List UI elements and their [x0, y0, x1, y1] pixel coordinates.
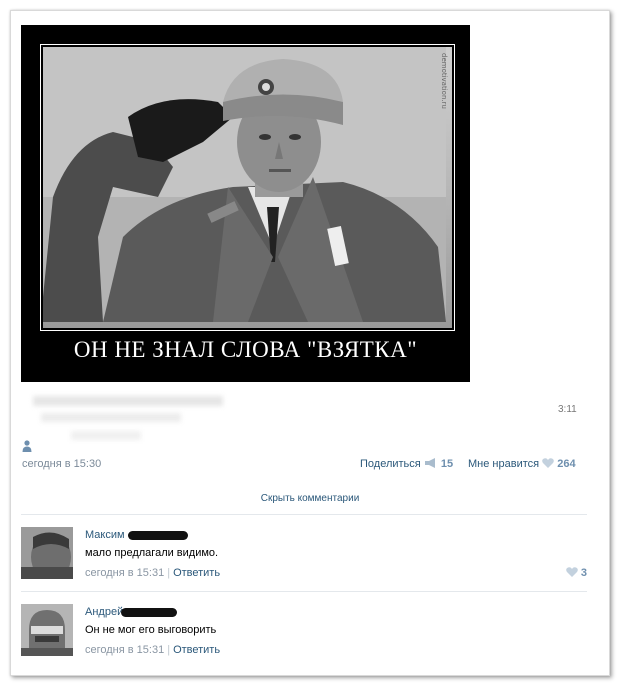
comment-meta: сегодня в 15:31 | Ответить — [85, 644, 220, 656]
photo-frame: demotivation.ru — [40, 44, 455, 331]
comment-item: Андрей Он не мог его выговорить сегодня … — [21, 604, 587, 664]
comment-meta: сегодня в 15:31 | Ответить — [85, 567, 220, 579]
heart-icon — [566, 567, 578, 577]
demotivator-poster[interactable]: demotivation.ru ОН НЕ ЗНАЛ СЛОВА "ВЗЯТКА… — [21, 25, 470, 382]
comment-item: Максим мало предлагали видимо. сегодня в… — [21, 527, 587, 587]
reply-button[interactable]: Ответить — [173, 567, 220, 579]
reply-button[interactable]: Ответить — [173, 644, 220, 656]
blurred-text — [41, 413, 181, 422]
divider — [21, 514, 587, 515]
redacted-surname — [127, 530, 188, 540]
megaphone-icon — [424, 458, 435, 468]
soldier-photo: demotivation.ru — [43, 47, 452, 328]
share-label: Поделиться — [360, 458, 421, 470]
soldier-illustration — [43, 47, 446, 322]
comment-author[interactable]: Максим — [85, 529, 188, 541]
comment-time[interactable]: сегодня в 15:31 — [85, 567, 164, 579]
divider — [21, 591, 587, 592]
hide-comments-link[interactable]: Скрыть комментарии — [11, 493, 609, 504]
video-duration: 3:11 — [558, 404, 577, 415]
blurred-text — [33, 396, 223, 406]
post-card: demotivation.ru ОН НЕ ЗНАЛ СЛОВА "ВЗЯТКА… — [10, 10, 610, 676]
like-button[interactable]: Мне нравится 264 — [468, 458, 576, 470]
avatar[interactable] — [21, 604, 73, 656]
share-count: 15 — [440, 458, 454, 470]
separator: | — [167, 644, 171, 656]
comment-like-button[interactable]: 3 — [566, 567, 587, 579]
comment-like-count: 3 — [580, 567, 587, 579]
person-icon[interactable] — [22, 440, 32, 452]
like-count: 264 — [557, 458, 576, 470]
comment-time[interactable]: сегодня в 15:31 — [85, 644, 164, 656]
avatar-image — [21, 604, 73, 656]
share-button[interactable]: Поделиться 15 — [360, 458, 453, 470]
poster-caption: ОН НЕ ЗНАЛ СЛОВА "ВЗЯТКА" — [73, 337, 418, 362]
blurred-text — [71, 431, 141, 440]
photo-watermark: demotivation.ru — [440, 53, 448, 109]
heart-icon — [542, 458, 554, 468]
avatar[interactable] — [21, 527, 73, 579]
redacted-surname — [121, 607, 178, 617]
avatar-image — [21, 527, 73, 579]
comment-text: Он не мог его выговорить — [85, 624, 217, 636]
comment-text: мало предлагали видимо. — [85, 547, 219, 559]
comment-author[interactable]: Андрей — [85, 606, 178, 618]
like-label: Мне нравится — [468, 458, 540, 470]
separator: | — [167, 567, 171, 579]
post-date[interactable]: сегодня в 15:30 — [22, 458, 101, 470]
